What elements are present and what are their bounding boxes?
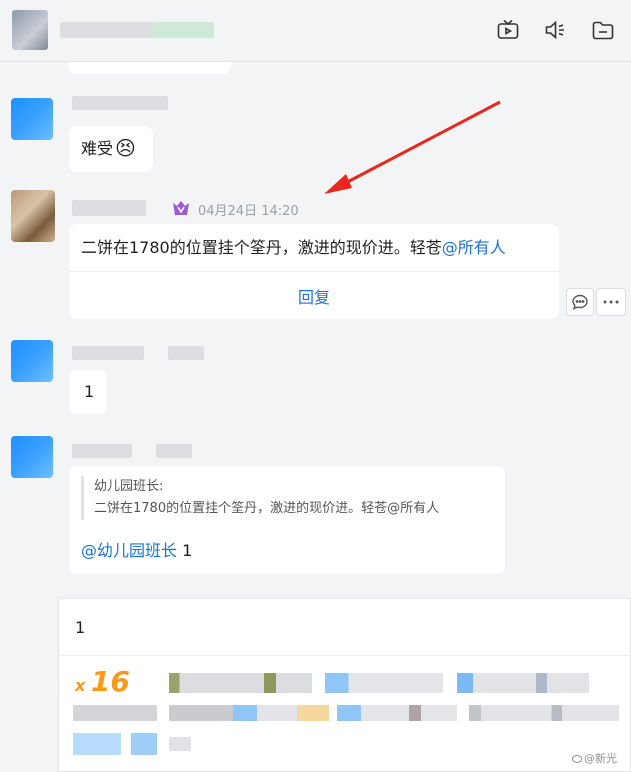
- reaction-strip-blurred: [169, 737, 191, 751]
- reaction-strip-blurred: [325, 673, 443, 693]
- sender-name-blurred: [168, 346, 204, 360]
- message-text: 1: [84, 382, 95, 401]
- reply-button[interactable]: 回复: [69, 272, 559, 319]
- sender-name-blurred: [72, 444, 132, 458]
- watermark-text: @新光: [584, 752, 617, 765]
- message-text: @幼儿园班长 1: [81, 540, 192, 562]
- message-bubble: 1: [69, 370, 107, 414]
- message-input-area[interactable]: 1 x 16: [58, 598, 631, 772]
- emoji-persevere: 😣: [115, 136, 136, 160]
- mention-all-link[interactable]: @所有人: [442, 238, 506, 257]
- reaction-strip-blurred: [73, 733, 121, 755]
- mention-link[interactable]: @幼儿园班长: [81, 541, 177, 560]
- reaction-strip-blurred: [337, 705, 457, 721]
- more-icon[interactable]: [596, 288, 626, 316]
- avatar[interactable]: [11, 340, 53, 382]
- sender-name-blurred: [156, 444, 192, 458]
- avatar[interactable]: [11, 98, 53, 140]
- group-avatar[interactable]: [12, 10, 48, 50]
- avatar[interactable]: [11, 190, 55, 242]
- reaction-strip-blurred: [469, 705, 619, 721]
- reaction-strip-blurred: [169, 705, 329, 721]
- vip-badge-icon: [172, 200, 190, 216]
- message-text-body: 1: [177, 541, 193, 560]
- avatar[interactable]: [11, 436, 53, 478]
- quote-author: 幼儿园班长:: [94, 479, 164, 494]
- message-text-body: 二饼在1780的位置挂个筌丹，激进的现价进。轻苍: [81, 238, 442, 257]
- comment-icon[interactable]: [566, 288, 594, 316]
- group-title-blurred: [60, 22, 152, 38]
- message-bubble: 幼儿园班长: 二饼在1780的位置挂个筌丹，激进的现价进。轻苍@所有人 @幼儿园…: [69, 466, 505, 574]
- divider: [59, 655, 631, 656]
- tv-icon[interactable]: [496, 18, 520, 42]
- sender-name-blurred: [72, 346, 144, 360]
- reaction-strip-blurred: [73, 705, 157, 721]
- folder-icon[interactable]: [591, 18, 615, 42]
- combo-count: 16: [90, 665, 130, 698]
- annotation-arrow: [324, 100, 501, 194]
- quote-text: 二饼在1780的位置挂个筌丹，激进的现价进。轻苍@所有人: [94, 501, 440, 516]
- message-text: 难受: [81, 139, 114, 158]
- message-bubble: 难受 😣: [69, 126, 153, 172]
- combo-counter: x 16: [75, 665, 130, 698]
- watermark-logo-icon: [572, 755, 582, 763]
- reaction-strip-blurred: [264, 673, 312, 693]
- chat-header: [0, 0, 631, 62]
- previous-message-bubble: [68, 62, 231, 74]
- message-bubble: 二饼在1780的位置挂个筌丹，激进的现价进。轻苍@所有人 回复: [69, 224, 559, 319]
- message-timestamp: 04月24日 14:20: [198, 204, 299, 219]
- sender-name-blurred: [72, 96, 168, 110]
- combo-prefix: x: [75, 676, 86, 695]
- speaker-icon[interactable]: [543, 18, 567, 42]
- sender-name-blurred: [72, 200, 146, 216]
- watermark: @新光: [572, 750, 617, 766]
- reaction-strip-blurred: [457, 673, 589, 693]
- reaction-strip-blurred: [131, 733, 157, 755]
- group-title-blurred-tail: [152, 22, 214, 38]
- message-input[interactable]: 1: [75, 617, 85, 639]
- message-text: 二饼在1780的位置挂个筌丹，激进的现价进。轻苍@所有人: [81, 237, 506, 259]
- quoted-message[interactable]: 幼儿园班长: 二饼在1780的位置挂个筌丹，激进的现价进。轻苍@所有人: [81, 476, 439, 520]
